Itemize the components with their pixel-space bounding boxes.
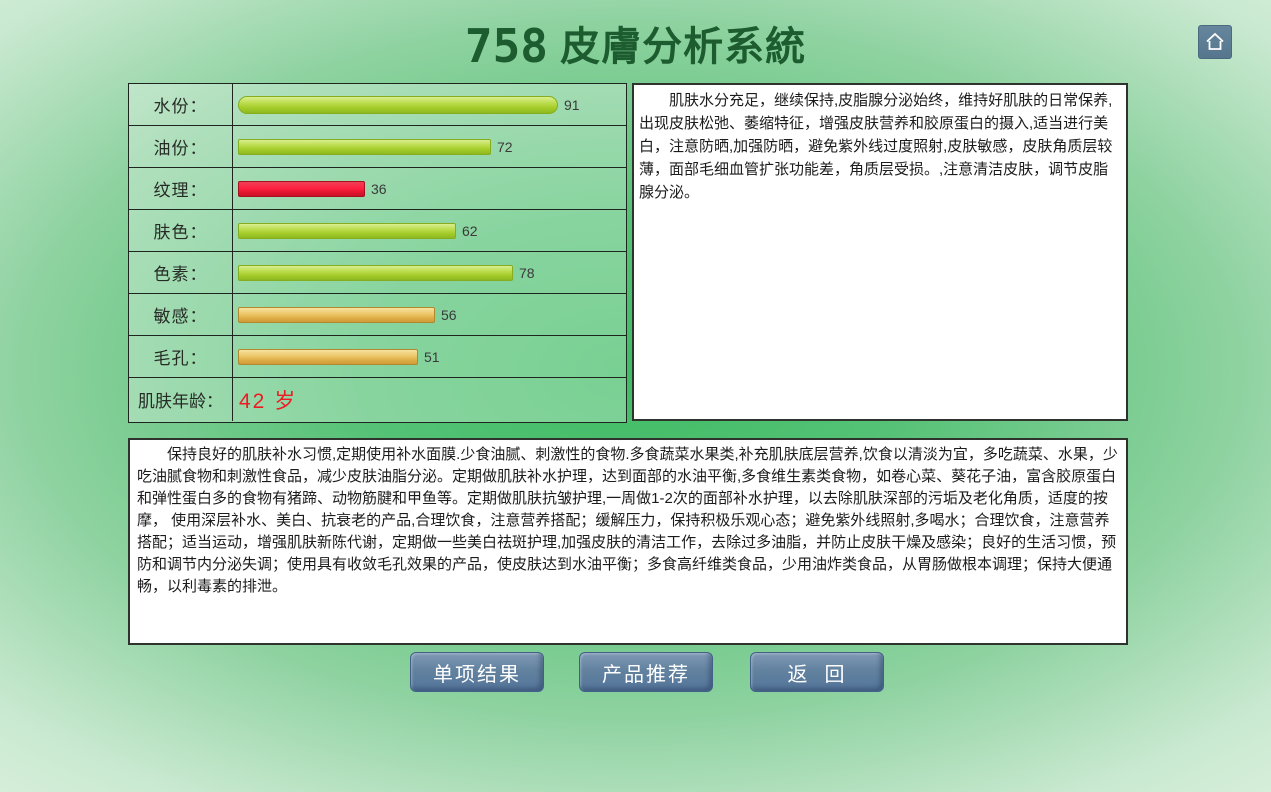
metric-bar [238,96,558,114]
metric-label: 毛孔： [129,336,233,377]
table-row-sensitivity: 敏感： 56 [129,294,626,336]
metric-value: 51 [424,349,440,365]
metric-value: 91 [564,97,580,113]
metric-bar [238,349,418,365]
metric-label: 色素： [129,252,233,293]
metric-bar-cell: 36 [233,168,626,209]
metric-label: 纹理： [129,168,233,209]
home-icon [1203,30,1227,54]
title-text: 皮膚分析系統 [548,25,806,69]
metric-bar-cell: 56 [233,294,626,335]
return-button[interactable]: 返 回 [750,652,884,692]
skin-age-label: 肌肤年龄： [129,378,233,421]
table-row-pigment: 色素： 78 [129,252,626,294]
metric-value: 62 [462,223,478,239]
metric-bar-cell: 62 [233,210,626,251]
metric-bar [238,139,491,155]
metric-value: 78 [519,265,535,281]
title-number: 758 [465,19,548,73]
metric-bar-cell: 51 [233,336,626,377]
table-row-skin-age: 肌肤年龄： 42 岁 [129,378,626,421]
analysis-text: 肌肤水分充足，继续保持,皮脂腺分泌始终，维持好肌肤的日常保养,出现皮肤松弛、萎缩… [639,89,1121,204]
product-recommend-button[interactable]: 产品推荐 [579,652,713,692]
home-button[interactable] [1198,25,1232,59]
advice-text-panel: 保持良好的肌肤补水习惯,定期使用补水面膜.少食油腻、刺激性的食物.多食蔬菜水果类… [128,438,1128,645]
metric-value: 72 [497,139,513,155]
metric-label: 肤色： [129,210,233,251]
table-row-oil: 油份： 72 [129,126,626,168]
metric-bar-cell: 91 [233,84,626,125]
table-row-pores: 毛孔： 51 [129,336,626,378]
table-row-texture: 纹理： 36 [129,168,626,210]
metric-bar [238,181,365,197]
metric-value: 36 [371,181,387,197]
advice-text: 保持良好的肌肤补水习惯,定期使用补水面膜.少食油腻、刺激性的食物.多食蔬菜水果类… [137,444,1119,598]
table-row-skincolor: 肤色： 62 [129,210,626,252]
metric-value: 56 [441,307,457,323]
metric-bar [238,265,513,281]
skin-age-value: 42 岁 [233,378,297,421]
metric-label: 油份： [129,126,233,167]
metric-label: 敏感： [129,294,233,335]
analysis-text-panel: 肌肤水分充足，继续保持,皮脂腺分泌始终，维持好肌肤的日常保养,出现皮肤松弛、萎缩… [632,83,1128,421]
metrics-table: 水份： 91 油份： 72 纹理： 36 肤色： 62 色素： 78 [128,83,627,423]
metric-bar-cell: 72 [233,126,626,167]
page-title: 758 皮膚分析系統 [0,14,1271,73]
metric-bar-cell: 78 [233,252,626,293]
table-row-moisture: 水份： 91 [129,84,626,126]
single-result-button[interactable]: 单项结果 [410,652,544,692]
metric-label: 水份： [129,84,233,125]
metric-bar [238,307,435,323]
metric-bar [238,223,456,239]
